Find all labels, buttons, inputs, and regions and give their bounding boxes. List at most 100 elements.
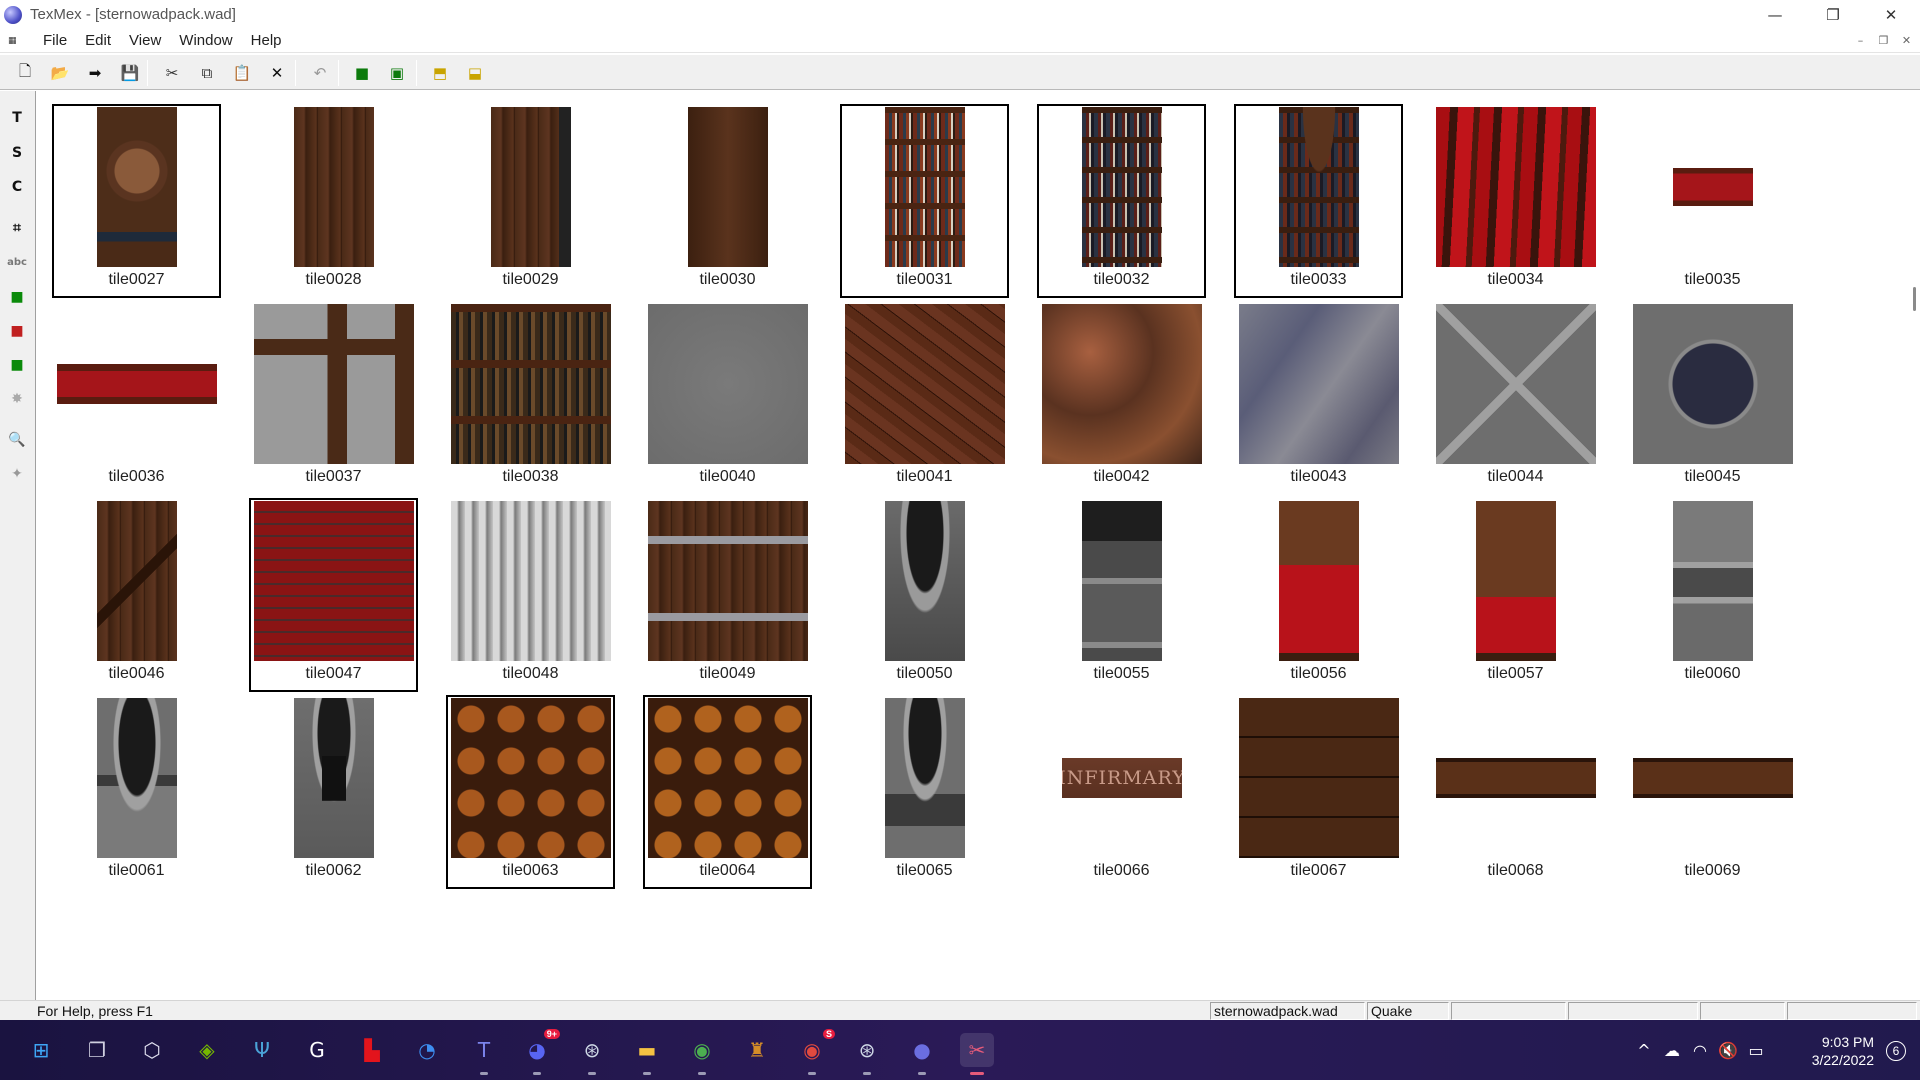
file-explorer-icon[interactable]: ▬ — [630, 1033, 664, 1075]
teams-icon[interactable]: T — [467, 1033, 501, 1075]
import-arrow-icon[interactable]: ➡ — [83, 62, 107, 84]
task-view-icon[interactable]: ❐ — [80, 1033, 114, 1067]
notification-count[interactable]: 6 — [1886, 1041, 1906, 1061]
export-yellow-icon[interactable]: ⬒ — [428, 62, 452, 84]
green-red-icon[interactable]: ■ — [5, 319, 29, 343]
clock[interactable]: 9:03 PM 3/22/2022 — [1812, 1033, 1874, 1069]
sparkle-icon[interactable]: ✸ — [5, 387, 29, 411]
texture-tile[interactable]: tile0049 — [643, 498, 812, 692]
texture-tile[interactable]: tile0065 — [840, 695, 1009, 889]
logitech-g-icon[interactable]: G — [300, 1033, 334, 1067]
tool-c-icon[interactable]: C — [5, 175, 29, 199]
crop-icon[interactable]: ⌗ — [5, 216, 29, 240]
texture-tile[interactable]: tile0032 — [1037, 104, 1206, 298]
nvidia-icon[interactable]: ◈ — [190, 1033, 224, 1067]
texture-tile[interactable]: tile0041 — [840, 301, 1009, 495]
vertical-scrollbar[interactable] — [1900, 92, 1920, 993]
menu-help[interactable]: Help — [242, 32, 291, 49]
open-folder-icon[interactable]: 📂 — [48, 62, 72, 84]
chrome-profile-icon[interactable]: ◉ S — [795, 1029, 835, 1075]
restore-button[interactable]: ❐ — [1804, 0, 1862, 29]
texmex-taskbar-icon[interactable]: ● — [905, 1033, 939, 1075]
texture-tile[interactable]: tile0030 — [643, 104, 812, 298]
mdi-document-icon[interactable]: ▦ — [8, 31, 34, 51]
red-green-icon[interactable]: ■ — [5, 353, 29, 377]
steam-2-icon[interactable]: ⊛ — [850, 1033, 884, 1075]
close-button[interactable]: ✕ — [1862, 0, 1920, 29]
minimize-button[interactable]: — — [1746, 0, 1804, 29]
chrome-icon[interactable]: ◉ — [685, 1033, 719, 1075]
3d-cube-icon[interactable]: ⬡ — [135, 1033, 169, 1067]
texture-tile[interactable]: tile0061 — [52, 695, 221, 889]
mdi-minimize-button[interactable]: – — [1851, 32, 1870, 49]
figure-icon[interactable]: ✦ — [5, 462, 29, 486]
battery-icon[interactable]: ▭ — [1742, 1041, 1770, 1060]
texture-tile[interactable]: tile0033 — [1234, 104, 1403, 298]
texture-tile[interactable]: tile0062 — [249, 695, 418, 889]
texture-tile[interactable]: tile0027 — [52, 104, 221, 298]
import-yellow-icon[interactable]: ⬓ — [463, 62, 487, 84]
texture-tile[interactable]: tile0028 — [249, 104, 418, 298]
menu-view[interactable]: View — [120, 32, 170, 49]
texture-tile[interactable]: tile0064 — [643, 695, 812, 889]
tool-t-icon[interactable]: T — [5, 106, 29, 130]
texture-tile[interactable]: tile0068 — [1431, 695, 1600, 889]
texture-tile[interactable]: tile0046 — [52, 498, 221, 692]
texture-tile[interactable]: INFIRMARY tile0066 — [1037, 695, 1206, 889]
view-small-icon[interactable]: ■ — [350, 62, 374, 84]
windows-start-icon[interactable]: ⊞ — [24, 1033, 58, 1067]
new-file-icon[interactable]: 🗋 — [13, 62, 37, 84]
texture-tile[interactable]: tile0035 — [1628, 104, 1797, 298]
texmex-app-icon[interactable] — [4, 5, 22, 24]
texture-tile[interactable]: tile0044 — [1431, 301, 1600, 495]
texture-tile[interactable]: tile0048 — [446, 498, 615, 692]
copy-icon[interactable]: ⧉ — [195, 62, 219, 84]
texture-tile[interactable]: tile0063 — [446, 695, 615, 889]
blue-circle-icon[interactable]: ◔ — [410, 1033, 444, 1067]
texture-tile[interactable]: tile0042 — [1037, 301, 1206, 495]
texture-tile[interactable]: tile0045 — [1628, 301, 1797, 495]
texture-tile[interactable]: tile0057 — [1431, 498, 1600, 692]
steam-icon[interactable]: ⊛ — [575, 1033, 609, 1075]
texture-tile[interactable]: tile0067 — [1234, 695, 1403, 889]
green-layer-icon[interactable]: ■ — [5, 285, 29, 309]
undo-icon[interactable]: ↶ — [308, 62, 332, 84]
zoom-icon[interactable]: 🔍 — [5, 428, 29, 452]
tool-s-icon[interactable]: S — [5, 141, 29, 165]
predator-icon[interactable]: Ψ — [245, 1033, 279, 1067]
texture-tile[interactable]: tile0029 — [446, 104, 615, 298]
mdi-close-button[interactable]: ✕ — [1897, 32, 1916, 49]
texture-tile[interactable]: tile0056 — [1234, 498, 1403, 692]
cloud-icon[interactable]: ☁ — [1658, 1041, 1686, 1060]
texture-tile[interactable]: tile0040 — [643, 301, 812, 495]
menu-edit[interactable]: Edit — [76, 32, 120, 49]
view-fit-icon[interactable]: ▣ — [385, 62, 409, 84]
red-app-icon[interactable]: ▙ — [355, 1033, 389, 1067]
texture-tile[interactable]: tile0034 — [1431, 104, 1600, 298]
menu-window[interactable]: Window — [170, 32, 241, 49]
lantern-app-icon[interactable]: ♜ — [740, 1033, 774, 1067]
texture-tile[interactable]: tile0060 — [1628, 498, 1797, 692]
paste-icon[interactable]: 📋 — [230, 62, 254, 84]
speaker-muted-icon[interactable]: 🔇 — [1714, 1041, 1742, 1060]
delete-x-icon[interactable]: ✕ — [265, 62, 289, 84]
texture-tile[interactable]: tile0036 — [52, 301, 221, 495]
texture-tile[interactable]: tile0050 — [840, 498, 1009, 692]
texture-tile[interactable]: tile0055 — [1037, 498, 1206, 692]
texture-tile[interactable]: tile0037 — [249, 301, 418, 495]
scrollbar-thumb[interactable] — [1913, 287, 1916, 311]
texture-tile[interactable]: tile0038 — [446, 301, 615, 495]
cut-icon[interactable]: ✂ — [160, 62, 184, 84]
texture-tile[interactable]: tile0047 — [249, 498, 418, 692]
chevron-up-icon[interactable]: ^ — [1630, 1041, 1658, 1060]
save-disk-icon[interactable]: 💾 — [118, 62, 142, 84]
texture-tile[interactable]: tile0069 — [1628, 695, 1797, 889]
snipping-tool-icon[interactable]: ✂ — [960, 1033, 994, 1075]
menu-file[interactable]: File — [34, 32, 76, 49]
mdi-restore-button[interactable]: ❐ — [1874, 32, 1893, 49]
wifi-icon[interactable]: ◠ — [1686, 1041, 1714, 1060]
texture-tile[interactable]: tile0043 — [1234, 301, 1403, 495]
texture-tile[interactable]: tile0031 — [840, 104, 1009, 298]
text-abc-icon[interactable]: abc — [5, 250, 29, 274]
discord-icon[interactable]: ◕ 9+ — [520, 1029, 560, 1075]
